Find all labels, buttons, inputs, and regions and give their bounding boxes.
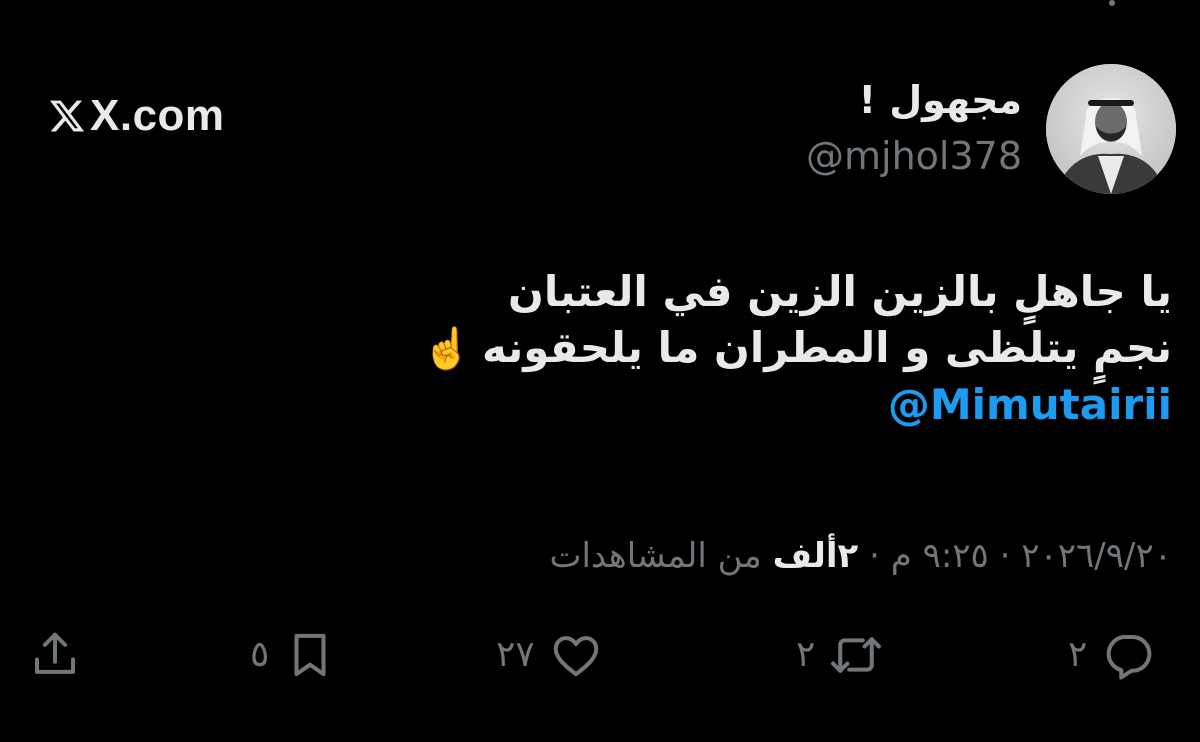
tweet-meta: ٢٠٢٦/٩/٢٠ · ٩:٢٥ م · ٢ألف من المشاهدات xyxy=(549,536,1172,576)
retweet-button[interactable]: ٢ xyxy=(796,620,883,690)
avatar[interactable] xyxy=(1046,64,1176,194)
tweet-date[interactable]: ٢٠٢٦/٩/٢٠ xyxy=(1021,536,1172,576)
meta-separator: · xyxy=(869,536,880,576)
tweet-line-2-wrap: نجمٍ يتلظى و المطران ما يلحقونه☝️ xyxy=(422,320,1172,377)
tweet-time[interactable]: ٩:٢٥ م xyxy=(891,536,989,576)
mention-link[interactable]: @Mimutairii xyxy=(888,380,1172,429)
meta-separator: · xyxy=(999,536,1011,576)
retweet-icon xyxy=(831,637,882,673)
author-handle[interactable]: @mjhol378 xyxy=(806,135,1022,178)
brand-watermark: X.com xyxy=(48,94,225,138)
author-display-name[interactable]: مجهول ! xyxy=(859,79,1022,122)
like-icon xyxy=(553,636,598,677)
more-options-icon[interactable] xyxy=(1102,0,1122,14)
bookmark-button[interactable]: ٥ xyxy=(250,620,337,690)
x-logo-icon xyxy=(49,100,85,132)
tweet-text: يا جاهلٍ بالزين الزين في العتبان نجمٍ يت… xyxy=(422,264,1172,433)
more-dot xyxy=(1109,0,1115,6)
like-button[interactable]: ٢٧ xyxy=(496,620,603,690)
reply-icon xyxy=(1107,634,1152,680)
avatar-image xyxy=(1046,64,1176,194)
tweet-line-3: @Mimutairii xyxy=(422,377,1172,433)
action-bar: ٥ ٢٧ ٢ ٢ xyxy=(0,620,1200,690)
share-button[interactable] xyxy=(28,620,82,690)
bookmark-icon xyxy=(294,633,326,677)
retweet-count: ٢ xyxy=(796,634,816,675)
reply-count: ٢ xyxy=(1068,634,1088,675)
tweet-line-1: يا جاهلٍ بالزين الزين في العتبان xyxy=(508,267,1172,316)
like-count: ٢٧ xyxy=(496,634,535,675)
reply-button[interactable]: ٢ xyxy=(1068,620,1155,690)
bookmark-count: ٥ xyxy=(250,634,270,675)
views-label: من المشاهدات xyxy=(549,536,762,576)
share-icon xyxy=(34,632,76,674)
pointing-up-emoji: ☝️ xyxy=(422,326,472,372)
tweet-line-2: نجمٍ يتلظى و المطران ما يلحقونه xyxy=(481,323,1172,372)
brand-text: X.com xyxy=(90,91,225,140)
views-count[interactable]: ٢ألف xyxy=(773,536,859,576)
